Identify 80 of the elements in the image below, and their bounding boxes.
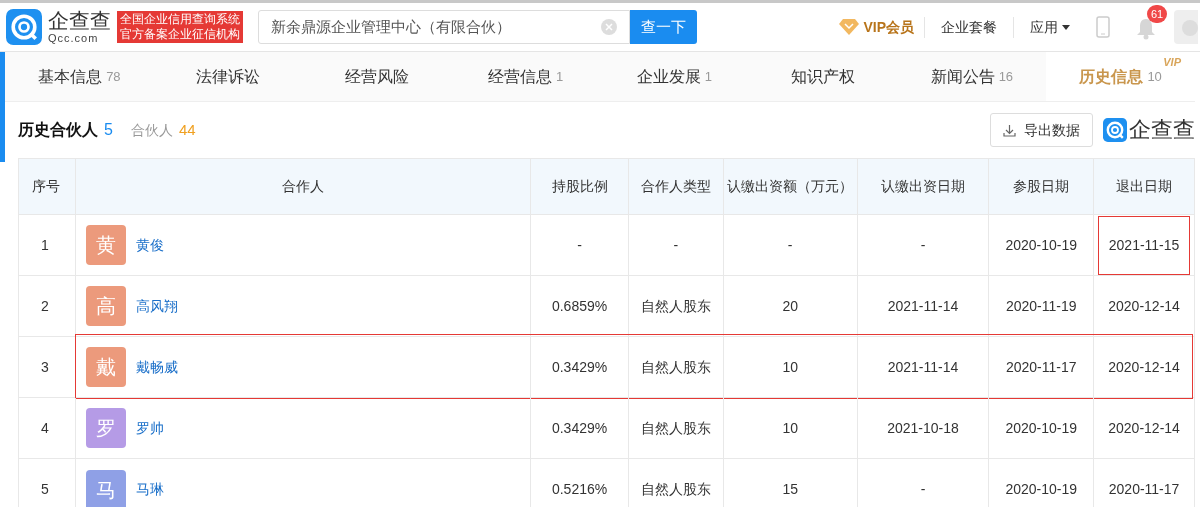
tab[interactable]: 企业发展 1	[600, 52, 749, 101]
logo-name: 企查查	[48, 10, 111, 31]
table-cell: 0.3429%	[531, 337, 629, 397]
table-cell: -	[857, 459, 990, 507]
column-header: 序号	[19, 159, 76, 214]
tab[interactable]: 经营风险	[302, 52, 452, 101]
table-cell: -	[857, 215, 990, 275]
table-cell: 4	[19, 398, 76, 458]
table-cell: 自然人股东	[629, 459, 724, 507]
partner-link[interactable]: 高风翔	[135, 295, 178, 317]
table-cell: 0.6859%	[531, 276, 629, 336]
table-cell: 2020-10-19	[989, 398, 1095, 458]
table-cell: 2021-10-18	[857, 398, 990, 458]
vip-link[interactable]: VIP会员	[863, 16, 914, 38]
partner-link[interactable]: 马琳	[135, 479, 164, 500]
column-header: 合作人类型	[628, 159, 724, 214]
tab[interactable]: 知识产权	[748, 52, 898, 101]
tab[interactable]: 法律诉讼	[153, 52, 303, 101]
table-cell: 5	[19, 459, 76, 507]
clear-icon[interactable]	[601, 19, 617, 35]
table-cell: 15	[723, 459, 858, 507]
table-cell: 20	[723, 276, 858, 336]
table-cell: 10	[723, 337, 858, 397]
partner-link[interactable]: 罗帅	[135, 417, 164, 439]
download-icon	[1003, 123, 1016, 137]
subtab[interactable]: 历史合伙人 5	[18, 118, 113, 142]
table-cell: 2021-11-15	[1097, 215, 1191, 275]
table-cell: 2020-10-19	[989, 215, 1095, 275]
search-field[interactable]: 新余鼎源企业管理中心（有限合伙）	[258, 10, 630, 44]
table-cell-text: 2020-11-17	[1108, 480, 1180, 499]
table-cell: 2020-10-19	[989, 459, 1095, 507]
export-button[interactable]: 导出数据	[990, 113, 1093, 147]
table-cell: 2021-11-14	[857, 337, 990, 397]
partner-link[interactable]: 戴畅威	[135, 356, 178, 378]
nav-link[interactable]: 企业套餐	[925, 16, 1014, 38]
logo-icon	[6, 9, 42, 45]
bell-icon[interactable]	[1136, 18, 1156, 40]
table-cell: -	[629, 215, 724, 275]
logo-domain: Qcc.com	[48, 33, 100, 44]
avatar: 戴	[85, 347, 126, 387]
table-cell: -	[531, 215, 629, 275]
table-cell: 自然人股东	[629, 398, 724, 458]
table-cell-text: 2020-12-14	[1108, 418, 1180, 438]
table-cell: 0.3429%	[531, 398, 629, 458]
notification-badge: 61	[1147, 5, 1168, 23]
table-cell: 自然人股东	[629, 276, 724, 336]
avatar: 马	[85, 469, 126, 507]
column-header: 参股日期	[989, 159, 1095, 214]
phone-icon[interactable]	[1096, 16, 1110, 38]
table-cell: 2020-11-17	[989, 337, 1095, 397]
column-header: 认缴出资额（万元）	[723, 159, 858, 214]
tab[interactable]: 新闻公告 16	[897, 52, 1047, 101]
table-cell: 2021-11-14	[857, 276, 990, 336]
tab[interactable]: 经营信息 1	[451, 52, 600, 101]
table-cell-text: 2020-12-14	[1108, 296, 1180, 316]
table-cell: 10	[723, 398, 858, 458]
caret-icon	[1062, 24, 1070, 30]
table-cell: 0.5216%	[531, 459, 629, 507]
table-cell: 2020-11-19	[989, 276, 1095, 336]
column-header: 持股比例	[531, 159, 629, 214]
watermark-logo-name: 企查查	[1129, 119, 1195, 141]
table-cell: 2	[19, 276, 76, 336]
diamond-icon	[839, 19, 860, 35]
certification-badge: 全国企业信用查询系统 官方备案企业征信机构	[117, 11, 243, 43]
logo-icon	[1103, 118, 1127, 142]
partner-link[interactable]: 黄俊	[135, 234, 164, 256]
nav-dropdown[interactable]: 应用	[1014, 16, 1086, 38]
column-header: 退出日期	[1115, 177, 1174, 196]
tab[interactable]: 基本信息 78	[5, 52, 154, 101]
avatar: 黄	[85, 225, 126, 265]
column-header: 认缴出资日期	[857, 159, 990, 214]
table-cell: 自然人股东	[629, 337, 724, 397]
avatar: 罗	[85, 408, 126, 448]
table-cell: -	[723, 215, 858, 275]
table-cell-text: 2020-12-14	[1108, 357, 1180, 377]
column-header: 合作人	[75, 159, 532, 214]
avatar: 高	[85, 286, 126, 326]
avatar-icon[interactable]	[1174, 10, 1198, 44]
table-cell: 1	[19, 215, 76, 275]
table-cell: 3	[19, 337, 76, 397]
